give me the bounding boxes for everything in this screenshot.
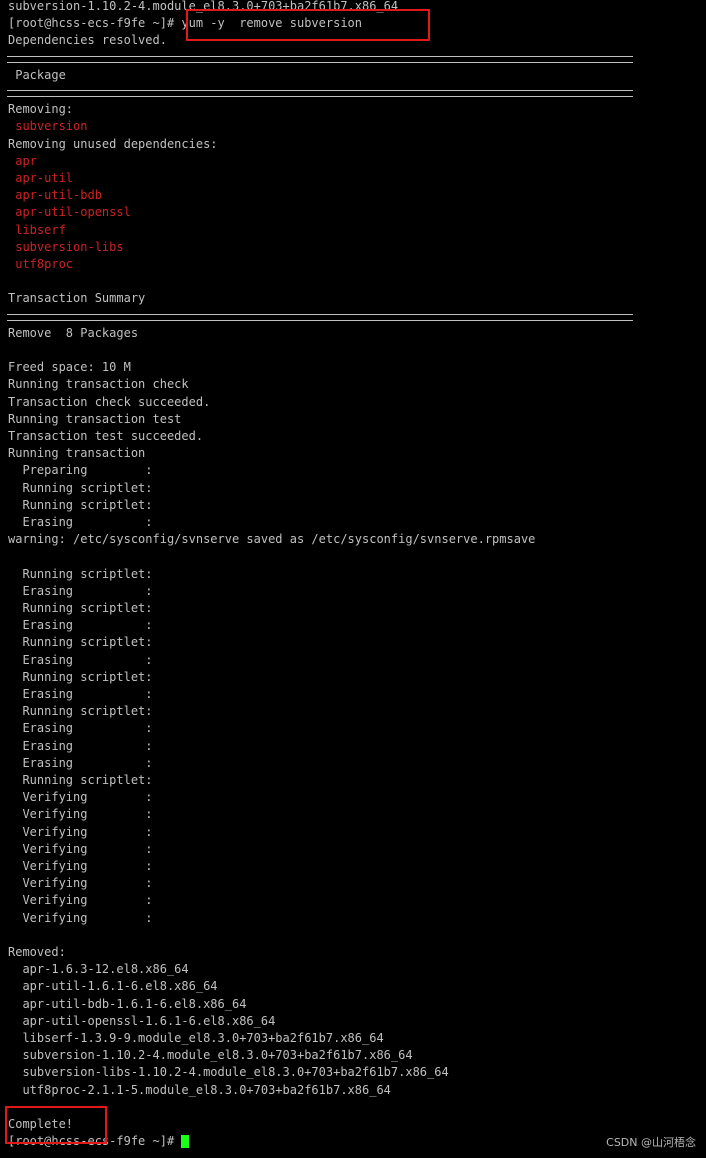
transaction-step: Verifying : apr-util-openssl-1.6.1-6.el8… [8,841,160,858]
transaction-step: Running scriptlet: subversion-1.10.2-4.m… [8,566,160,583]
terminal-cursor [181,1135,189,1148]
transaction-step: Verifying : apr-util-1.6.1-6.el8.x86_642… [8,806,160,823]
separator-top [7,56,633,63]
package-row: utf8procx86_642.1.1-5.module_el8.3.0+703… [8,256,73,273]
transaction-check-line: Transaction check succeeded. [8,395,211,409]
command-highlight-box [186,9,430,41]
step-action: Erasing : [8,721,160,735]
transaction-step: Preparing : 1/1 [8,462,160,479]
step-action: Running scriptlet: [8,567,160,581]
transaction-step: Erasing : subversion-libs-1.10.2-4.modul… [8,583,160,600]
package-row: subversion-libsx86_641.10.2-4.module_el8… [8,239,124,256]
transaction-step: Verifying : apr-util-bdb-1.6.1-6.el8.x86… [8,824,160,841]
package-name: subversion-libs [8,240,124,254]
transaction-step: Verifying : libserf-1.3.9-9.module_el8.3… [8,858,160,875]
transaction-check-line: Running transaction check [8,377,189,391]
step-action: Erasing : [8,515,160,529]
removed-item: subversion-libs-1.10.2-4.module_el8.3.0+… [8,1065,449,1079]
package-row: apr-util-bdbx86_641.6.1-6.el8@AppStream1… [8,187,102,204]
remove-summary: Remove 8 Packages [8,326,139,340]
step-action: Running scriptlet: [8,704,160,718]
step-action: Verifying : [8,859,160,873]
step-action: Erasing : [8,739,160,753]
package-name: libserf [8,223,66,237]
removed-item: subversion-1.10.2-4.module_el8.3.0+703+b… [8,1048,413,1062]
warning-line: warning: /etc/sysconfig/svnserve saved a… [8,532,536,546]
step-action: Verifying : [8,790,160,804]
step-action: Preparing : [8,463,160,477]
table-header: PackageArchVersionRepositorySize [8,67,66,84]
transaction-step: Erasing : libserf-1.3.9-9.module_el8.3.0… [8,617,160,634]
step-action: Verifying : [8,842,160,856]
removed-item: apr-util-bdb-1.6.1-6.el8.x86_64 [8,997,247,1011]
shell-prompt: [root@hcss-ecs-f9fe ~]# [8,16,182,30]
separator-summary [7,314,633,321]
step-action: Verifying : [8,893,160,907]
package-row: subversionx86_641.10.2-4.module_el8.3.0+… [8,118,87,135]
removed-item: utf8proc-2.1.1-5.module_el8.3.0+703+ba2f… [8,1083,391,1097]
step-action: Running scriptlet: [8,773,160,787]
removing-unused-label: Removing unused dependencies: [8,137,218,151]
step-action: Running scriptlet: [8,635,160,649]
package-row: apr-utilx86_641.6.1-6.el8@AppStream231 k [8,170,73,187]
step-action: Running scriptlet: [8,601,160,615]
step-action: Running scriptlet: [8,498,160,512]
step-action: Erasing : [8,653,160,667]
transaction-step: Verifying : subversion-1.10.2-4.module_e… [8,875,160,892]
transaction-step: Running scriptlet: libserf-1.3.9-9.modul… [8,634,160,651]
transaction-step: Running scriptlet: apr-1.6.3-12.el8.x86_… [8,703,160,720]
transaction-step: Running scriptlet: utf8proc-2.1.1-5.modu… [8,772,160,789]
transaction-step: Erasing : apr-util-1.6.1-6.el8.x86_644/8 [8,652,160,669]
step-action: Erasing : [8,584,160,598]
package-name: utf8proc [8,257,74,271]
removed-item: libserf-1.3.9-9.module_el8.3.0+703+ba2f6… [8,1031,384,1045]
terminal-window[interactable]: subversion-1.10.2-4.module_el8.3.0+703+b… [0,0,706,1158]
package-name: apr [8,154,37,168]
transaction-step: Erasing : apr-1.6.3-12.el8.x86_645/8 [8,686,160,703]
transaction-step: Erasing : apr-util-bdb-1.6.1-6.el8.x86_6… [8,720,160,737]
step-action: Verifying : [8,876,160,890]
complete-highlight-box [5,1106,107,1144]
step-action: Erasing : [8,756,160,770]
transaction-check-line: Running transaction [8,446,146,460]
transaction-summary: Transaction Summary [8,291,146,305]
transaction-step: Verifying : subversion-libs-1.10.2-4.mod… [8,892,160,909]
transaction-step: Running scriptlet: subversion-libs-1.10.… [8,600,160,617]
package-name: apr-util-openssl [8,205,131,219]
package-name: apr-util [8,171,74,185]
package-name: apr-util-bdb [8,188,102,202]
transaction-step: Running scriptlet: subversion-1.10.2-4.m… [8,480,160,497]
removed-item: apr-1.6.3-12.el8.x86_64 [8,962,189,976]
transaction-step: Running scriptlet: subversion-1.10.2-4.m… [8,497,160,514]
step-action: Running scriptlet: [8,481,160,495]
removed-item: apr-util-openssl-1.6.1-6.el8.x86_64 [8,1014,276,1028]
step-action: Running scriptlet: [8,670,160,684]
package-row: apr-util-opensslx86_641.6.1-6.el8@AppStr… [8,204,131,221]
transaction-step: Verifying : utf8proc-2.1.1-5.module_el8.… [8,910,160,927]
watermark: CSDN @山河梧念 [606,1136,696,1149]
removed-label: Removed: [8,945,66,959]
transaction-step: Running scriptlet: apr-util-1.6.1-6.el8.… [8,669,160,686]
step-action: Verifying : [8,807,160,821]
freed-space: Freed space: 10 M [8,360,131,374]
step-action: Verifying : [8,825,160,839]
transaction-step: Erasing : apr-util-openssl-1.6.1-6.el8.x… [8,738,160,755]
removed-item: apr-util-1.6.1-6.el8.x86_64 [8,979,218,993]
step-action: Verifying : [8,911,160,925]
transaction-check-line: Running transaction test [8,412,182,426]
transaction-step: Erasing : utf8proc-2.1.1-5.module_el8.3.… [8,755,160,772]
package-row: libserfx86_641.3.9-9.module_el8.3.0+703+… [8,222,66,239]
deps-resolved-line: Dependencies resolved. [8,33,167,47]
transaction-check-line: Transaction test succeeded. [8,429,204,443]
separator-header [7,90,633,97]
step-action: Erasing : [8,618,160,632]
transaction-step: Verifying : apr-1.6.3-12.el8.x86_641/8 [8,789,160,806]
transaction-step: Erasing : subversion-1.10.2-4.module_el8… [8,514,160,531]
package-row: aprx86_641.6.3-12.el8@AppStream272 k [8,153,37,170]
header-package: Package [8,68,66,82]
package-name: subversion [8,119,88,133]
removing-label: Removing: [8,102,74,116]
step-action: Erasing : [8,687,160,701]
